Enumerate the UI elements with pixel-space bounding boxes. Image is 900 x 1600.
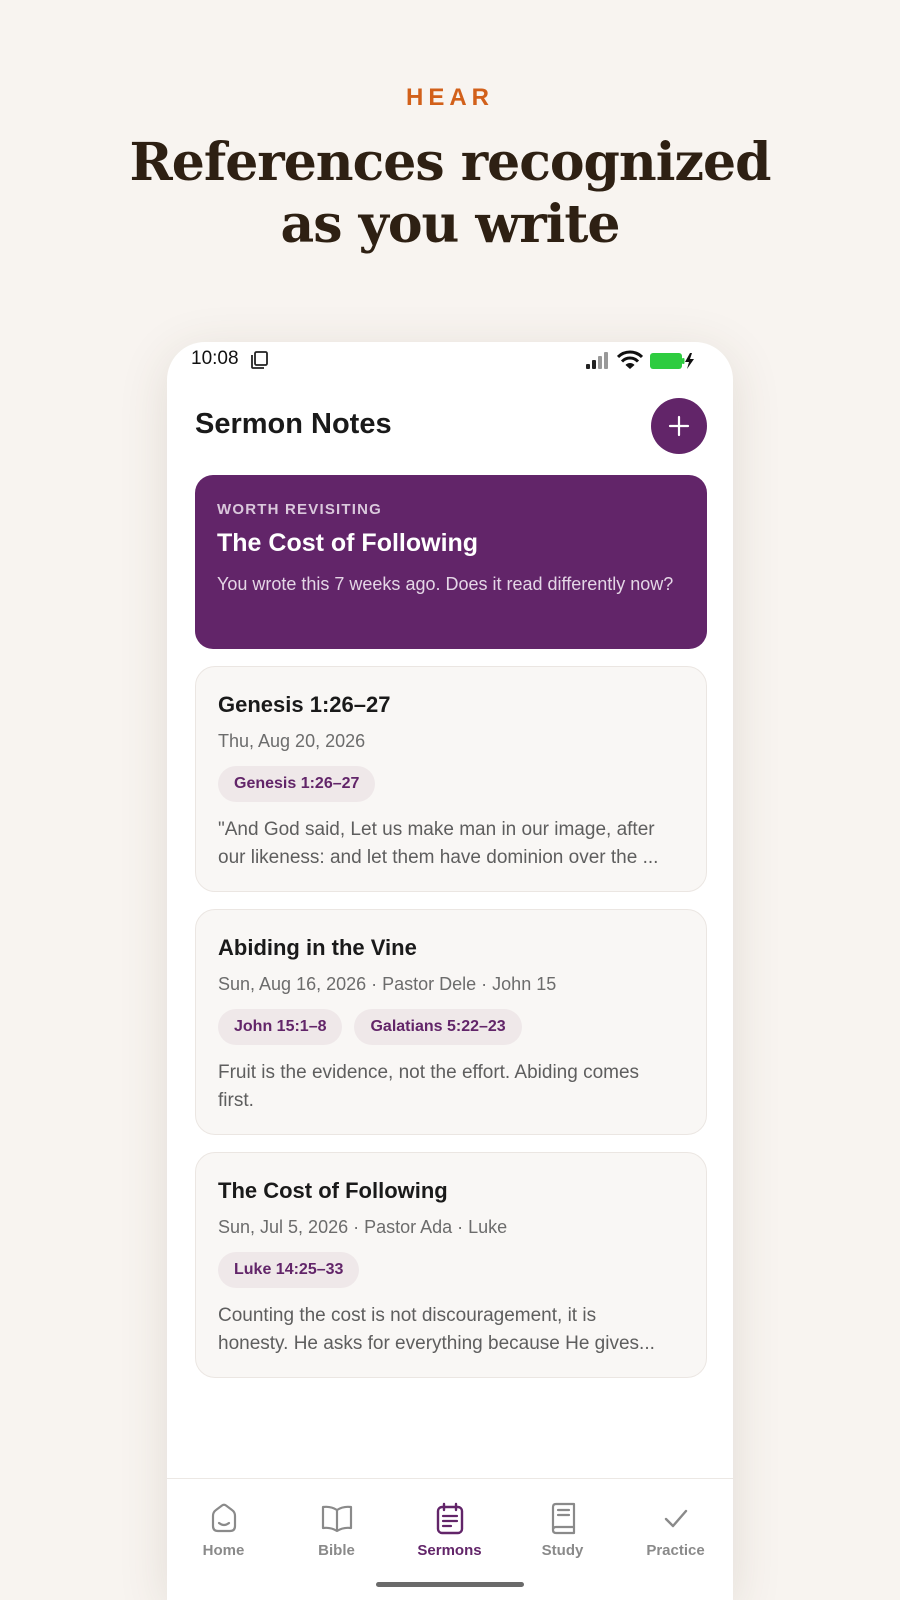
reference-chips: Genesis 1:26–27: [218, 766, 684, 802]
headline-line-2: as you write: [280, 194, 621, 255]
tab-label: Practice: [646, 1542, 705, 1559]
note-card[interactable]: Abiding in the Vine Sun, Aug 16, 2026 · …: [195, 909, 707, 1135]
excerpt-line: "And God said, Let us make man in our im…: [218, 819, 655, 840]
note-excerpt: Counting the cost is not discouragement,…: [218, 1302, 684, 1358]
feature-title: The Cost of Following: [217, 529, 479, 557]
battery-charging-icon: [650, 353, 694, 369]
note-title: The Cost of Following: [218, 1178, 448, 1203]
tab-bible[interactable]: Bible: [280, 1501, 393, 1571]
note-meta: Sun, Jul 5, 2026 · Pastor Ada · Luke: [218, 1217, 508, 1237]
tab-label: Home: [202, 1542, 245, 1559]
screen-title: Sermon Notes: [195, 408, 392, 440]
eyebrow: HEAR: [405, 84, 494, 111]
reference-chips: John 15:1–8 Galatians 5:22–23: [218, 1009, 684, 1045]
signal-icon: [586, 352, 608, 369]
wifi-icon: [617, 350, 643, 369]
checkmark-icon: [664, 1509, 687, 1528]
note-title: Abiding in the Vine: [218, 935, 417, 960]
reference-chips: Luke 14:25–33: [218, 1252, 684, 1288]
plus-icon: [668, 415, 690, 437]
excerpt-line: honesty. He asks for everything because …: [218, 1333, 655, 1354]
home-indicator[interactable]: [376, 1582, 524, 1587]
tab-label: Study: [541, 1542, 584, 1559]
tab-label: Bible: [318, 1542, 355, 1559]
study-book-icon: [551, 1502, 575, 1535]
reference-chip[interactable]: Genesis 1:26–27: [218, 766, 376, 802]
note-meta: Thu, Aug 20, 2026: [218, 731, 366, 751]
tab-practice[interactable]: Practice: [619, 1501, 732, 1571]
feature-body: You wrote this 7 weeks ago. Does it read…: [217, 574, 674, 594]
excerpt-line: Counting the cost is not discouragement,…: [218, 1305, 597, 1326]
status-bar: 10:08: [167, 342, 733, 378]
add-note-button[interactable]: [651, 398, 707, 454]
status-icons: [585, 349, 695, 371]
note-excerpt: Fruit is the evidence, not the effort. A…: [218, 1059, 684, 1115]
home-icon: [211, 1503, 236, 1533]
reference-chip[interactable]: Luke 14:25–33: [218, 1252, 360, 1288]
headline-line-1: References recognized: [129, 132, 772, 193]
excerpt-line: Fruit is the evidence, not the effort. A…: [218, 1062, 640, 1083]
tab-label: Sermons: [417, 1542, 482, 1559]
reference-chip[interactable]: Galatians 5:22–23: [354, 1009, 522, 1045]
tab-sermons[interactable]: Sermons: [393, 1501, 506, 1571]
excerpt-line: first.: [218, 1090, 254, 1111]
note-card[interactable]: Genesis 1:26–27 Thu, Aug 20, 2026 Genesi…: [195, 666, 707, 892]
tab-study[interactable]: Study: [506, 1501, 619, 1571]
feature-eyebrow: WORTH REVISITING: [217, 501, 383, 518]
status-time: 10:08: [191, 348, 239, 369]
sim-card-icon: [251, 351, 268, 369]
note-title: Genesis 1:26–27: [218, 692, 391, 717]
excerpt-line: our likeness: and let them have dominion…: [218, 847, 659, 868]
note-meta: Sun, Aug 16, 2026 · Pastor Dele · John 1…: [218, 974, 557, 994]
note-excerpt: "And God said, Let us make man in our im…: [218, 816, 684, 872]
headline: References recognized as you write: [0, 132, 900, 256]
tab-home[interactable]: Home: [167, 1501, 280, 1571]
phone-frame: 10:08 Sermon Notes WORTH REVISITING The …: [167, 342, 733, 1600]
note-card[interactable]: The Cost of Following Sun, Jul 5, 2026 ·…: [195, 1152, 707, 1378]
reference-chip[interactable]: John 15:1–8: [218, 1009, 343, 1045]
notepad-icon: [436, 1502, 463, 1535]
worth-revisiting-card[interactable]: WORTH REVISITING The Cost of Following Y…: [195, 475, 707, 649]
open-book-icon: [321, 1505, 352, 1533]
